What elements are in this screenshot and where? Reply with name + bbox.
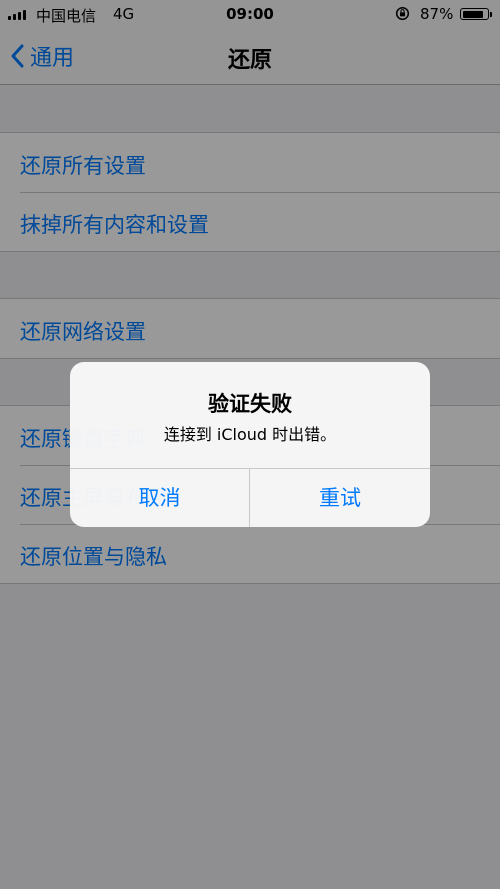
alert-title: 验证失败 — [208, 392, 292, 416]
cancel-button[interactable]: 取消 — [70, 469, 250, 527]
retry-button[interactable]: 重试 — [250, 469, 430, 527]
alert-dialog: 验证失败 连接到 iCloud 时出错。 取消 重试 — [70, 362, 430, 527]
alert-actions: 取消 重试 — [70, 468, 430, 527]
alert-message: 连接到 iCloud 时出错。 — [163, 425, 337, 444]
